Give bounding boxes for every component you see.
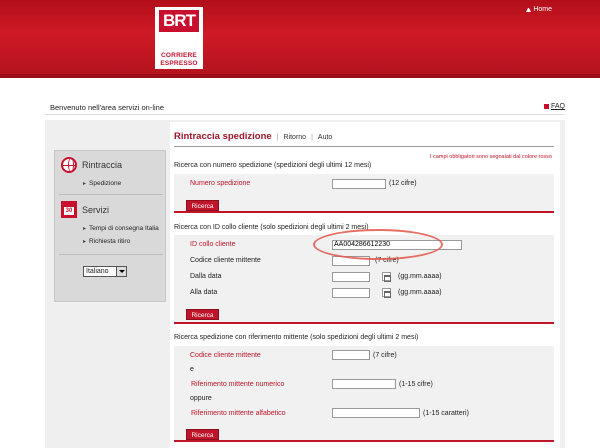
sidebar-item-richiesta-ritiro[interactable]: Richiesta ritiro [83, 238, 130, 245]
ricerca-button-1[interactable]: Ricerca [186, 200, 219, 211]
id-collo-label: ID collo cliente [190, 241, 236, 248]
home-link[interactable]: Home [526, 6, 552, 13]
riferimento-alfabetico-hint: (1-15 caratteri) [423, 410, 469, 417]
home-label: Home [533, 6, 552, 13]
codice-cliente-mittente-input[interactable] [332, 350, 370, 360]
required-fields-note: I campi obbligatori sono segnalati dal c… [430, 154, 552, 160]
chevron-down-icon[interactable] [116, 267, 126, 276]
e-label: e [190, 366, 194, 373]
oppure-label: oppure [190, 395, 212, 402]
sidebar-item-spedizione[interactable]: Spedizione [83, 180, 121, 187]
faq-arrow-icon [544, 104, 549, 109]
home-icon [526, 7, 532, 12]
tab-rintraccia-spedizione[interactable]: Rintraccia spedizione [174, 131, 272, 142]
calendar-picker-icon[interactable] [382, 288, 391, 298]
numero-spedizione-hint: (12 cifre) [389, 180, 417, 187]
faq-link[interactable]: FAQ [544, 103, 565, 110]
section-title-riferimento: Ricerca spedizione con riferimento mitte… [174, 334, 419, 341]
codice-cliente-mittente-label: Codice cliente mittente [190, 352, 261, 359]
codice-cliente-label: Codice cliente mittente [190, 257, 261, 264]
numero-spedizione-input[interactable] [332, 179, 386, 189]
riferimento-alfabetico-label: Riferimento mittente alfabetico [191, 410, 286, 417]
dalla-data-hint: (gg.mm.aaaa) [398, 273, 442, 280]
sidebar-divider [59, 194, 163, 195]
sidebar-section-rintraccia[interactable]: Rintraccia [61, 157, 122, 173]
welcome-text: Benvenuto nell'area servizi on-line [50, 103, 164, 112]
alla-data-label: Alla data [190, 289, 218, 296]
riferimento-numerico-label: Riferimento mittente numerico [191, 381, 285, 388]
ricerca-button-3[interactable]: Ricerca [186, 429, 219, 440]
tab-auto[interactable]: Auto [318, 134, 332, 141]
dalla-data-label: Dalla data [190, 273, 222, 280]
tab-ritorno[interactable]: Ritorno [284, 134, 307, 141]
calendar-icon [61, 201, 77, 218]
sidebar: Rintraccia Spedizione Servizi Tempi di c… [54, 150, 166, 302]
brt-logo[interactable]: BRT CORRIERE ESPRESSO [155, 7, 203, 69]
logo-line1: CORRIERE [161, 52, 197, 59]
alla-data-input[interactable] [332, 288, 370, 298]
header-band [0, 0, 600, 74]
language-selected: Italiano [86, 268, 109, 275]
header-divider [45, 114, 565, 115]
tabs-underline [174, 146, 554, 147]
faq-label: FAQ [551, 103, 566, 110]
sidebar-divider [59, 254, 163, 255]
ricerca-button-2[interactable]: Ricerca [186, 309, 219, 320]
numero-spedizione-label: Numero spedizione [190, 180, 251, 187]
riferimento-alfabetico-input[interactable] [332, 408, 420, 418]
section-title-numero-spedizione: Ricerca con numero spedizione (spedizion… [174, 162, 372, 169]
section-numero-spedizione: Numero spedizione (12 cifre) Ricerca [174, 174, 554, 213]
tab-separator: | [311, 134, 313, 141]
tab-separator: | [276, 134, 279, 141]
sidebar-section-servizi[interactable]: Servizi [61, 201, 109, 218]
calendar-picker-icon[interactable] [382, 272, 391, 282]
riferimento-numerico-hint: (1-15 cifre) [399, 381, 433, 388]
header-band-edge [0, 74, 600, 78]
globe-icon [61, 157, 77, 173]
riferimento-numerico-input[interactable] [332, 379, 396, 389]
tab-bar: Rintraccia spedizione | Ritorno | Auto [174, 131, 332, 142]
sidebar-title-servizi: Servizi [82, 204, 110, 215]
logo-brand: BRT [159, 10, 199, 32]
annotation-circle [313, 229, 443, 260]
logo-line2: ESPRESSO [160, 60, 198, 67]
section-title-id-collo: Ricerca con ID collo cliente (solo spedi… [174, 224, 369, 231]
dalla-data-input[interactable] [332, 272, 370, 282]
codice-cliente-mittente-hint: (7 cifre) [373, 352, 397, 359]
alla-data-hint: (gg.mm.aaaa) [398, 289, 442, 296]
sidebar-title-rintraccia: Rintraccia [82, 160, 123, 170]
language-select[interactable]: Italiano [83, 266, 127, 277]
sidebar-item-tempi-consegna[interactable]: Tempi di consegna Italia [83, 225, 159, 232]
main-content: Rintraccia spedizione | Ritorno | Auto I… [170, 122, 560, 448]
section-riferimento: Codice cliente mittente (7 cifre) e Rife… [174, 346, 554, 442]
